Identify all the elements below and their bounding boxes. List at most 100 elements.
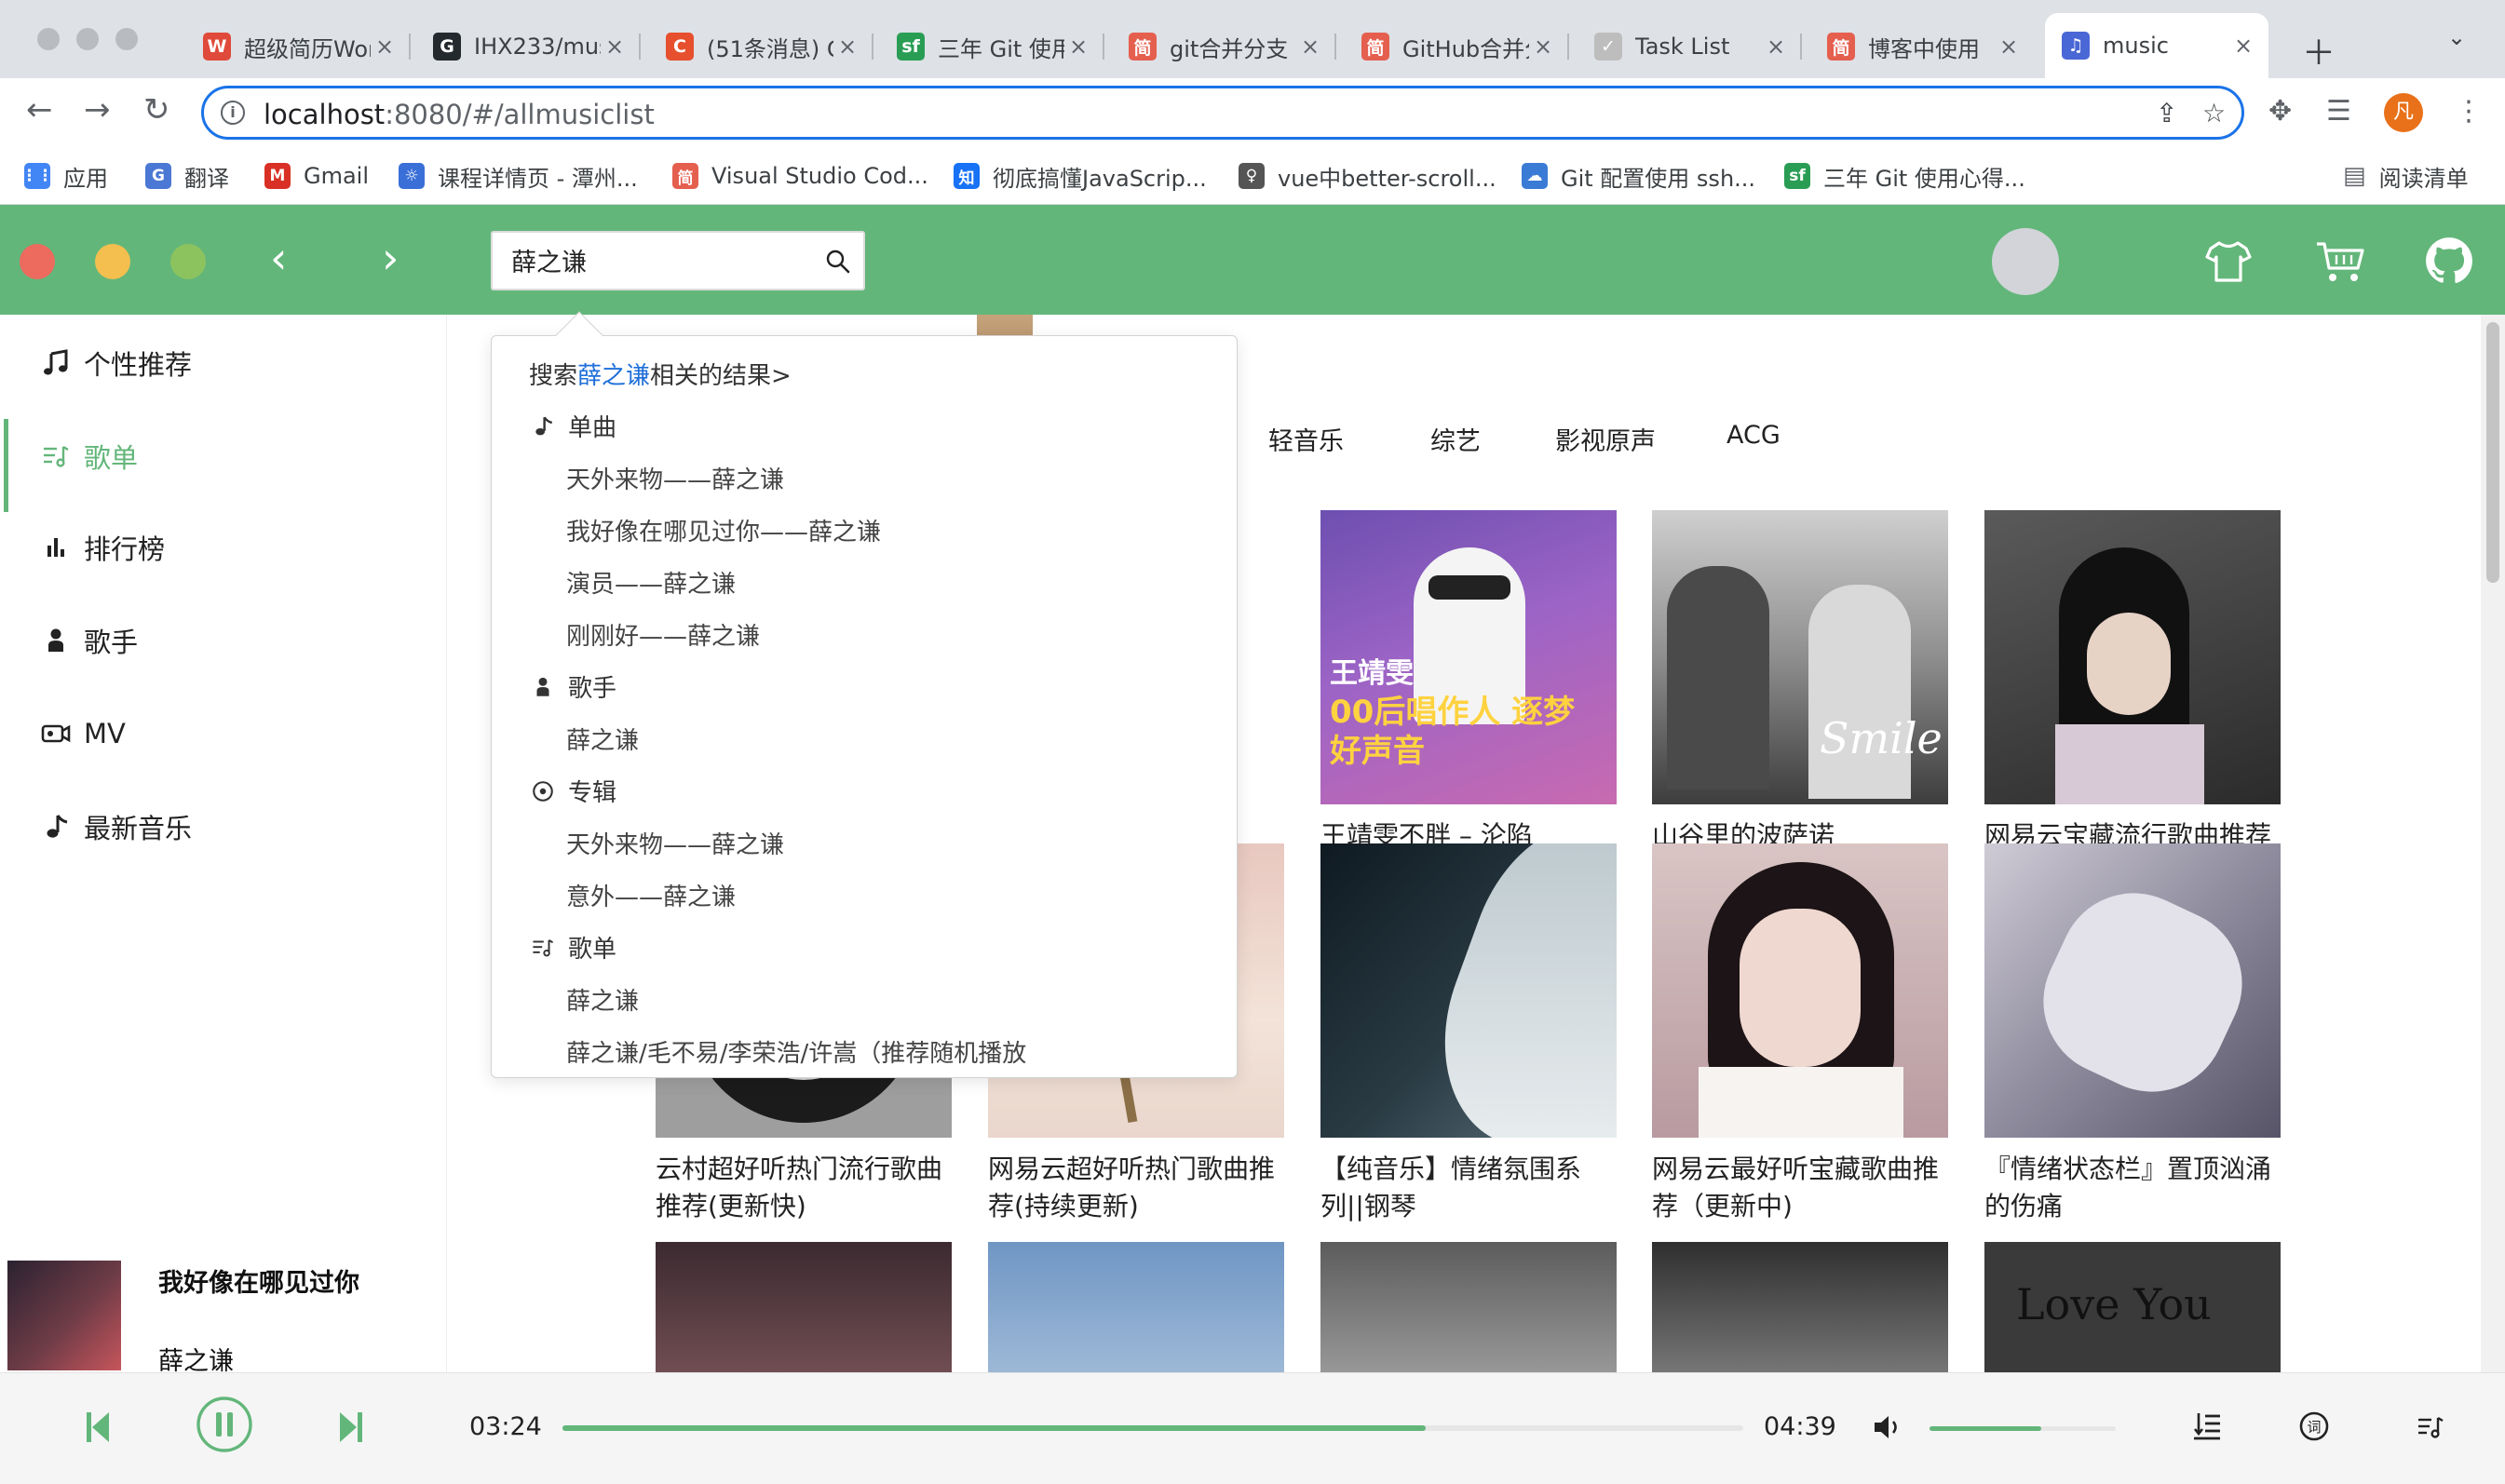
playlist-cover[interactable] bbox=[988, 1242, 1284, 1372]
sidebar-item-mv[interactable]: MV bbox=[0, 696, 447, 771]
sidebar-item-playlists[interactable]: 歌单 bbox=[0, 419, 447, 512]
playlist-card[interactable]: 网易云最好听宝藏歌曲推荐（更新中) bbox=[1652, 843, 1948, 1225]
search-all-results-link[interactable]: 搜索 薛之谦 相关的结果> bbox=[529, 357, 792, 391]
sidebar-item-new-music[interactable]: 最新音乐 bbox=[0, 789, 447, 864]
page-scrollbar[interactable] bbox=[2481, 315, 2505, 1372]
tab-close-icon[interactable]: × bbox=[371, 34, 399, 60]
reading-mode-icon[interactable]: ☰ bbox=[2326, 95, 2351, 128]
browser-tab[interactable]: 简 GitHub合并分支× bbox=[1345, 20, 1569, 73]
address-url[interactable]: localhost:8080/#/allmusiclist bbox=[264, 99, 655, 130]
playlist-cover[interactable]: 王靖雯 00后唱作人 逐梦好声音 bbox=[1320, 510, 1617, 804]
browser-tab[interactable]: sf 三年 Git 使用心得× bbox=[880, 20, 1104, 73]
browser-tab[interactable]: ♫ music × bbox=[2045, 13, 2268, 78]
reload-icon[interactable]: ↻ bbox=[143, 91, 170, 128]
suggestion-song[interactable]: 演员——薛之谦 bbox=[566, 565, 736, 600]
pause-button[interactable] bbox=[196, 1396, 253, 1453]
tab-close-icon[interactable]: × bbox=[2229, 33, 2257, 59]
app-maximize-dot[interactable] bbox=[170, 244, 206, 279]
bookmark-item[interactable]: G 翻译 bbox=[145, 158, 229, 194]
category-tag[interactable]: 轻音乐 bbox=[1268, 421, 1344, 457]
sidebar-item-artists[interactable]: 歌手 bbox=[0, 603, 447, 678]
category-tag[interactable]: 影视原声 bbox=[1555, 421, 1656, 457]
playlist-cover[interactable]: Smile bbox=[1652, 510, 1948, 804]
window-zoom-dot[interactable] bbox=[115, 28, 138, 50]
tab-close-icon[interactable]: × bbox=[1762, 34, 1790, 60]
playlist-cover[interactable] bbox=[1320, 843, 1617, 1138]
tab-close-icon[interactable]: × bbox=[1296, 34, 1324, 60]
bookmark-item[interactable]: sf 三年 Git 使用心得... bbox=[1784, 158, 2025, 194]
playlist-card[interactable] bbox=[1320, 1242, 1617, 1372]
new-tab-button[interactable]: ＋ bbox=[2302, 26, 2336, 74]
playlist-card[interactable] bbox=[988, 1242, 1284, 1372]
skin-tshirt-icon[interactable] bbox=[2203, 236, 2254, 287]
bookmark-item[interactable]: 简 Visual Studio Cod... bbox=[672, 158, 928, 194]
playlist-title[interactable]: 网易云超好听热门歌曲推荐(持续更新) bbox=[988, 1151, 1284, 1225]
playlist-card[interactable]: 『情绪状态栏』置顶汹涌的伤痛 bbox=[1984, 843, 2281, 1225]
app-back-icon[interactable]: ‹ bbox=[270, 233, 287, 283]
volume-slider[interactable] bbox=[1930, 1426, 2116, 1431]
playlist-title[interactable]: 云村超好听热门流行歌曲推荐(更新快) bbox=[656, 1151, 952, 1225]
tab-close-icon[interactable]: × bbox=[1995, 34, 2023, 60]
tab-close-icon[interactable]: × bbox=[1529, 34, 1557, 60]
playlist-queue-icon[interactable] bbox=[2416, 1412, 2445, 1442]
window-close-dot[interactable] bbox=[37, 28, 60, 50]
browser-tab[interactable]: C (51条消息) CSDN× bbox=[649, 20, 873, 73]
reading-list-button[interactable]: ▤ 阅读清单 bbox=[2343, 158, 2469, 194]
sidebar-item-recommend[interactable]: 个性推荐 bbox=[0, 326, 447, 400]
browser-tab[interactable]: G IHX233/music× bbox=[416, 20, 641, 73]
bookmark-star-icon[interactable]: ☆ bbox=[2202, 98, 2226, 128]
sidebar-item-charts[interactable]: 排行榜 bbox=[0, 510, 447, 585]
app-close-dot[interactable] bbox=[20, 244, 55, 279]
browser-tab[interactable]: 简博客中使用 × bbox=[1810, 20, 2034, 73]
suggestion-song[interactable]: 我好像在哪见过你——薛之谦 bbox=[566, 513, 881, 547]
previous-track-icon[interactable] bbox=[86, 1410, 110, 1444]
playlist-cover[interactable]: Love You bbox=[1984, 1242, 2281, 1372]
playlist-cover[interactable] bbox=[656, 1242, 952, 1372]
tab-close-icon[interactable]: × bbox=[833, 34, 861, 60]
suggestion-album[interactable]: 天外来物——薛之谦 bbox=[566, 826, 784, 860]
address-bar[interactable]: i localhost:8080/#/allmusiclist ⇪ ☆ bbox=[201, 86, 2244, 140]
bookmark-item[interactable]: ♀ vue中better-scroll... bbox=[1239, 158, 1496, 194]
playlist-title[interactable]: 【纯音乐】情绪氛围系列||钢琴 bbox=[1320, 1151, 1617, 1225]
back-arrow-icon[interactable]: ← bbox=[26, 91, 53, 128]
scrollbar-thumb[interactable] bbox=[2486, 322, 2499, 583]
share-icon[interactable]: ⇪ bbox=[2156, 98, 2177, 128]
app-minimize-dot[interactable] bbox=[95, 244, 130, 279]
site-info-icon[interactable]: i bbox=[221, 101, 245, 125]
suggestion-song[interactable]: 刚刚好——薛之谦 bbox=[566, 617, 760, 652]
browser-tab[interactable]: 简 git合并分支 × bbox=[1112, 20, 1336, 73]
forward-arrow-icon[interactable]: → bbox=[84, 91, 111, 128]
browser-tab[interactable]: W 超级简历WonderCV× bbox=[186, 20, 411, 73]
playlist-cover[interactable] bbox=[1984, 510, 2281, 804]
bookmark-item[interactable]: M Gmail bbox=[264, 158, 369, 194]
search-icon[interactable] bbox=[824, 248, 852, 276]
playlist-card[interactable]: 王靖雯 00后唱作人 逐梦好声音 王靖雯不胖 – 沦陷 bbox=[1320, 510, 1617, 855]
suggestion-playlist[interactable]: 薛之谦/毛不易/李荣浩/许嵩（推荐随机播放 bbox=[566, 1034, 1026, 1069]
suggestion-playlist[interactable]: 薛之谦 bbox=[566, 982, 639, 1017]
extensions-puzzle-icon[interactable]: ✥ bbox=[2268, 95, 2292, 128]
window-minimize-dot[interactable] bbox=[76, 28, 99, 50]
playlist-cover[interactable] bbox=[1652, 1242, 1948, 1372]
cart-icon[interactable] bbox=[2313, 236, 2367, 287]
bookmark-item[interactable]: ⋮⋮ 应用 bbox=[21, 158, 108, 194]
lyrics-icon[interactable]: 词 bbox=[2298, 1410, 2330, 1442]
volume-icon[interactable] bbox=[1872, 1412, 1903, 1442]
bookmark-item[interactable]: 知彻底搞懂JavaScrip... bbox=[954, 158, 1207, 194]
playlist-title[interactable]: 网易云最好听宝藏歌曲推荐（更新中) bbox=[1652, 1151, 1948, 1225]
playlist-card[interactable]: 网易云宝藏流行歌曲推荐（更新快) bbox=[1984, 510, 2281, 892]
browser-tab[interactable]: ✓ Task List × bbox=[1577, 20, 1802, 73]
tab-close-icon[interactable]: × bbox=[1064, 34, 1092, 60]
tab-search-chevron-icon[interactable]: ⌄ bbox=[2447, 24, 2466, 50]
suggestion-artist[interactable]: 薛之谦 bbox=[566, 722, 639, 756]
suggestion-album[interactable]: 意外——薛之谦 bbox=[566, 878, 736, 912]
profile-avatar[interactable]: 凡 bbox=[2384, 93, 2423, 132]
app-forward-icon[interactable]: › bbox=[382, 233, 399, 283]
play-order-icon[interactable] bbox=[2192, 1410, 2222, 1442]
suggestion-song[interactable]: 天外来物——薛之谦 bbox=[566, 461, 784, 495]
bookmark-item[interactable]: ☼ 课程详情页 - 潭州... bbox=[399, 158, 638, 194]
now-playing-cover[interactable] bbox=[7, 1261, 121, 1370]
github-icon[interactable] bbox=[2425, 236, 2473, 285]
category-tag[interactable]: 综艺 bbox=[1430, 421, 1481, 457]
playlist-card[interactable]: Smile 山谷里的波萨诺瓦||Bossa Nova bbox=[1652, 510, 1948, 892]
playlist-cover[interactable] bbox=[1320, 1242, 1617, 1372]
